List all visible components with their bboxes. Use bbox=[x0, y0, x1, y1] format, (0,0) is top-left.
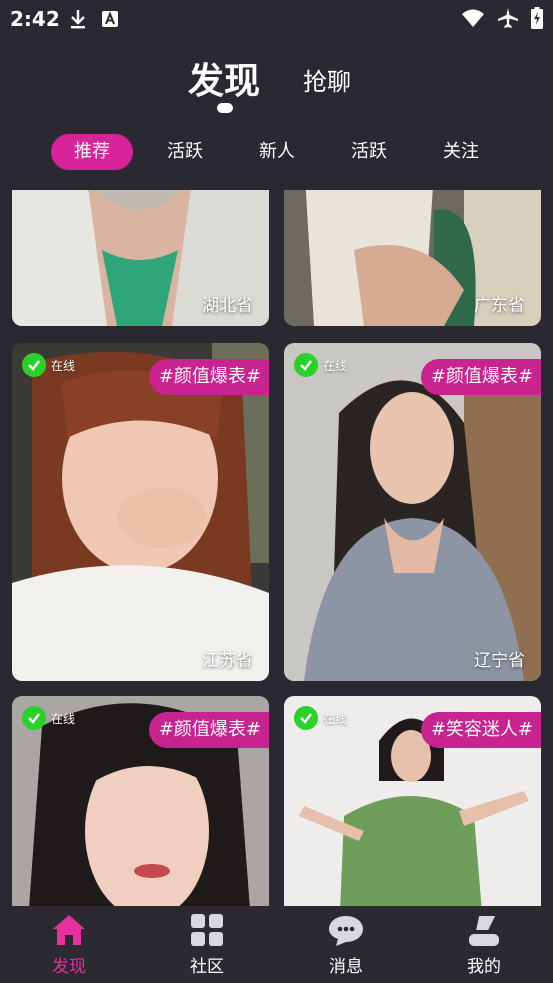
wifi-icon bbox=[462, 9, 484, 27]
profile-card[interactable]: 在线 #颜值爆表# 江苏省 bbox=[12, 343, 269, 681]
nav-label: 我的 bbox=[467, 957, 501, 977]
check-icon bbox=[294, 706, 318, 730]
chat-icon bbox=[329, 916, 363, 946]
profile-feed[interactable]: 湖北省 广东省 在线 #颜值爆表# 江苏省 在线 #颜值爆表# 辽宁省 在线 #… bbox=[0, 190, 553, 906]
filter-active[interactable]: 活跃 bbox=[150, 134, 220, 170]
nav-label: 社区 bbox=[190, 957, 224, 977]
online-label: 在线 bbox=[51, 358, 76, 373]
tab-indicator bbox=[217, 103, 233, 113]
filter-active-2[interactable]: 活跃 bbox=[334, 134, 404, 170]
card-tag: #颜值爆表# bbox=[148, 712, 269, 748]
check-icon bbox=[294, 353, 318, 377]
card-tag: #颜值爆表# bbox=[148, 359, 269, 395]
top-tabs: 发现 抢聊 bbox=[0, 50, 553, 114]
download-icon bbox=[71, 10, 85, 29]
bottom-nav: 发现 社区 消息 我的 bbox=[0, 906, 553, 983]
card-location: 江苏省 bbox=[202, 651, 253, 671]
nav-me[interactable]: 我的 bbox=[444, 912, 524, 982]
profile-card[interactable]: 广东省 bbox=[284, 190, 541, 326]
online-status: 在线 bbox=[294, 706, 347, 730]
nav-label: 发现 bbox=[52, 957, 86, 977]
filter-recommend[interactable]: 推荐 bbox=[51, 134, 133, 170]
battery-icon bbox=[531, 7, 543, 29]
tab-grab-chat[interactable]: 抢聊 bbox=[303, 62, 351, 97]
person-icon bbox=[469, 916, 499, 946]
card-location: 广东省 bbox=[474, 296, 525, 316]
profile-card[interactable]: 在线 #笑容迷人# bbox=[284, 696, 541, 906]
filter-follow[interactable]: 关注 bbox=[426, 134, 496, 170]
filter-row: 推荐 活跃 新人 活跃 关注 bbox=[0, 134, 553, 170]
nav-messages[interactable]: 消息 bbox=[306, 912, 386, 982]
online-status: 在线 bbox=[294, 353, 347, 377]
nav-label: 消息 bbox=[329, 957, 363, 977]
online-status: 在线 bbox=[22, 706, 75, 730]
profile-card[interactable]: 在线 #颜值爆表# 辽宁省 bbox=[284, 343, 541, 681]
online-label: 在线 bbox=[51, 711, 76, 726]
app-a-icon bbox=[102, 11, 118, 27]
grid-icon bbox=[191, 914, 223, 946]
nav-discover[interactable]: 发现 bbox=[29, 912, 109, 982]
card-location: 湖北省 bbox=[202, 296, 253, 316]
online-label: 在线 bbox=[323, 711, 348, 726]
check-icon bbox=[22, 353, 46, 377]
home-icon bbox=[53, 915, 85, 945]
card-tag: #颜值爆表# bbox=[420, 359, 541, 395]
card-location: 辽宁省 bbox=[474, 651, 525, 671]
check-icon bbox=[22, 706, 46, 730]
status-bar: 2:42 bbox=[0, 0, 553, 38]
status-time: 2:42 bbox=[10, 7, 60, 31]
filter-new[interactable]: 新人 bbox=[242, 134, 312, 170]
online-label: 在线 bbox=[323, 358, 348, 373]
profile-card[interactable]: 湖北省 bbox=[12, 190, 269, 326]
online-status: 在线 bbox=[22, 353, 75, 377]
airplane-icon bbox=[498, 8, 518, 28]
tab-discover[interactable]: 发现 bbox=[188, 52, 260, 104]
nav-community[interactable]: 社区 bbox=[167, 912, 247, 982]
card-tag: #笑容迷人# bbox=[420, 712, 541, 748]
profile-card[interactable]: 在线 #颜值爆表# bbox=[12, 696, 269, 906]
